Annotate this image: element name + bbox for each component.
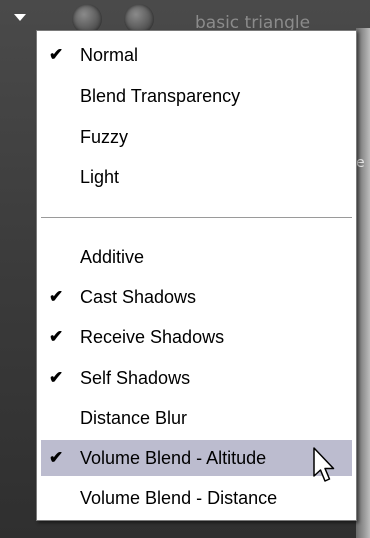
menu-item-cast-shadows[interactable]: ✔ Cast Shadows bbox=[41, 279, 352, 315]
menu-item-distance-blur[interactable]: Distance Blur bbox=[41, 400, 352, 436]
menu-item-blend-transparency[interactable]: Blend Transparency bbox=[41, 78, 352, 114]
menu-separator bbox=[41, 217, 352, 219]
menu-item-label: Fuzzy bbox=[80, 127, 129, 147]
checkmark-icon: ✔ bbox=[49, 45, 64, 64]
menu-item-self-shadows[interactable]: ✔ Self Shadows bbox=[41, 360, 352, 396]
menu-item-label: Self Shadows bbox=[80, 368, 191, 388]
checkmark-icon: ✔ bbox=[49, 448, 64, 467]
context-menu: ✔ Normal Blend Transparency Fuzzy Light … bbox=[36, 30, 357, 521]
menu-item-label: Additive bbox=[80, 247, 145, 267]
menu-item-label: Cast Shadows bbox=[80, 287, 197, 307]
mouse-pointer-icon bbox=[313, 447, 335, 482]
menu-item-label: Normal bbox=[80, 45, 139, 65]
partial-panel-text: e bbox=[356, 155, 365, 171]
menu-item-additive[interactable]: Additive bbox=[41, 239, 352, 275]
menu-item-label: Receive Shadows bbox=[80, 327, 225, 347]
menu-item-volume-blend-distance[interactable]: Volume Blend - Distance bbox=[41, 480, 352, 516]
checkmark-icon: ✔ bbox=[49, 368, 64, 387]
menu-item-normal[interactable]: ✔ Normal bbox=[41, 37, 352, 73]
menu-item-light[interactable]: Light bbox=[41, 159, 352, 195]
menu-item-label: Distance Blur bbox=[80, 408, 188, 428]
right-panel-edge bbox=[356, 28, 370, 538]
menu-item-label: Light bbox=[80, 167, 120, 187]
menu-item-volume-blend-altitude[interactable]: ✔ Volume Blend - Altitude bbox=[41, 440, 352, 476]
dropdown-arrow-icon[interactable] bbox=[14, 14, 26, 21]
menu-item-receive-shadows[interactable]: ✔ Receive Shadows bbox=[41, 319, 352, 355]
checkmark-icon: ✔ bbox=[49, 327, 64, 346]
menu-item-fuzzy[interactable]: Fuzzy bbox=[41, 119, 352, 155]
menu-item-label: Blend Transparency bbox=[80, 86, 241, 106]
menu-item-label: Volume Blend - Altitude bbox=[80, 448, 267, 468]
menu-item-label: Volume Blend - Distance bbox=[80, 488, 278, 508]
checkmark-icon: ✔ bbox=[49, 287, 64, 306]
